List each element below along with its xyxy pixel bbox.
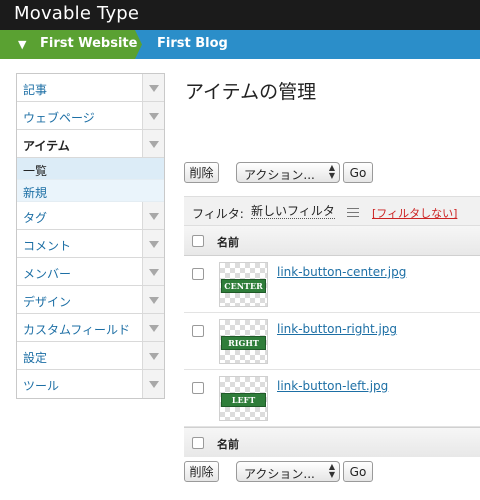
sidebar-item-entries[interactable]: 記事 (17, 74, 164, 102)
go-button[interactable]: Go (343, 461, 373, 482)
breadcrumb-website-label: First Website (40, 36, 138, 51)
sidebar-item-label: メンバー (23, 267, 72, 281)
sidebar-item-design[interactable]: デザイン (17, 286, 164, 314)
action-select[interactable]: アクション... ▲ ▼ (236, 461, 340, 482)
sidebar-item-tools[interactable]: ツール (17, 370, 164, 398)
sidebar-item-label: 記事 (23, 83, 48, 97)
sidebar-item-members[interactable]: メンバー (17, 258, 164, 286)
chevron-down-icon[interactable] (142, 370, 164, 398)
action-select[interactable]: アクション... ▲ ▼ (236, 162, 340, 183)
updown-arrows-icon: ▲ ▼ (328, 462, 336, 479)
chevron-down-icon[interactable] (142, 74, 164, 101)
clear-filter-link[interactable]: [フィルタしない] (372, 205, 457, 221)
page-title: アイテムの管理 (185, 81, 317, 103)
action-select-label: アクション... (244, 467, 315, 481)
row-checkbox[interactable] (192, 325, 204, 337)
thumbnail-text: LEFT (221, 393, 266, 407)
sidebar-subitem-new[interactable]: 新規 (17, 180, 164, 202)
sidebar-item-settings[interactable]: 設定 (17, 342, 164, 370)
action-select-label: アクション... (244, 168, 315, 182)
list-icon[interactable] (347, 208, 359, 217)
chevron-down-icon[interactable] (142, 202, 164, 229)
breadcrumb: ▼ First Website First Blog (0, 30, 480, 59)
thumbnail-text: RIGHT (221, 336, 266, 350)
asset-table: 名前 CENTER link-button-center.jpg RIGHT l… (184, 226, 480, 457)
asset-filename-link[interactable]: link-button-left.jpg (277, 379, 388, 393)
asset-filename-link[interactable]: link-button-center.jpg (277, 265, 406, 279)
triangle-down-icon: ▼ (18, 38, 27, 51)
table-row: RIGHT link-button-right.jpg (184, 313, 480, 370)
column-name-header[interactable]: 名前 (217, 234, 239, 250)
filter-bar: フィルタ: 新しいフィルタ [フィルタしない] (184, 196, 480, 226)
sidebar-item-label: デザイン (23, 295, 72, 309)
sidebar-item-label: ウェブページ (23, 111, 95, 125)
breadcrumb-blog[interactable]: First Blog (157, 36, 228, 51)
chevron-down-icon[interactable] (142, 258, 164, 285)
sidebar-item-label: カスタムフィールド (23, 323, 131, 337)
sidebar-item-comments[interactable]: コメント (17, 230, 164, 258)
sidebar-item-label: ツール (23, 379, 60, 393)
chevron-down-icon[interactable] (142, 130, 164, 157)
sidebar-item-label: コメント (23, 239, 72, 253)
sidebar-subitem-label: 一覧 (23, 164, 48, 178)
asset-filename-link[interactable]: link-button-right.jpg (277, 322, 397, 336)
delete-button[interactable]: 削除 (184, 162, 219, 183)
asset-thumbnail[interactable]: LEFT (219, 376, 268, 421)
thumbnail-text: CENTER (221, 279, 266, 293)
sidebar-item-tags[interactable]: タグ (17, 202, 164, 230)
sidebar-item-label: タグ (23, 211, 48, 225)
sidebar-item-pages[interactable]: ウェブページ (17, 102, 164, 130)
chevron-down-icon[interactable] (142, 230, 164, 257)
chevron-down-icon[interactable] (142, 314, 164, 341)
table-row: CENTER link-button-center.jpg (184, 256, 480, 313)
sidebar-item-label: アイテム (23, 139, 70, 153)
asset-thumbnail[interactable]: RIGHT (219, 319, 268, 364)
select-all-checkbox[interactable] (192, 235, 204, 247)
table-row: LEFT link-button-left.jpg (184, 370, 480, 427)
delete-button[interactable]: 削除 (184, 461, 219, 482)
chevron-down-icon[interactable] (142, 102, 164, 129)
updown-arrows-icon: ▲ ▼ (328, 163, 336, 180)
chevron-down-icon[interactable] (142, 286, 164, 313)
row-checkbox[interactable] (192, 268, 204, 280)
sidebar-subitem-list[interactable]: 一覧 (17, 158, 164, 180)
asset-thumbnail[interactable]: CENTER (219, 262, 268, 307)
go-button[interactable]: Go (343, 162, 373, 183)
filter-label: フィルタ: (192, 207, 244, 221)
breadcrumb-website[interactable]: ▼ First Website (0, 30, 142, 59)
sidebar: 記事 ウェブページ アイテム 一覧 新規 タグ コメント メンバー デザイン カ… (16, 73, 165, 399)
sidebar-item-label: 設定 (23, 351, 48, 365)
top-bar: Movable Type (0, 0, 480, 30)
chevron-down-icon[interactable] (142, 342, 164, 369)
select-all-checkbox[interactable] (192, 437, 204, 449)
table-footer: 名前 (184, 427, 480, 457)
app-title: Movable Type (14, 3, 140, 24)
sidebar-item-assets[interactable]: アイテム (17, 130, 164, 158)
row-checkbox[interactable] (192, 382, 204, 394)
filter-select[interactable]: 新しいフィルタ (251, 205, 335, 219)
sidebar-subitem-label: 新規 (23, 186, 48, 200)
table-header: 名前 (184, 226, 480, 256)
sidebar-item-custom-fields[interactable]: カスタムフィールド (17, 314, 164, 342)
column-name-footer[interactable]: 名前 (217, 436, 239, 452)
